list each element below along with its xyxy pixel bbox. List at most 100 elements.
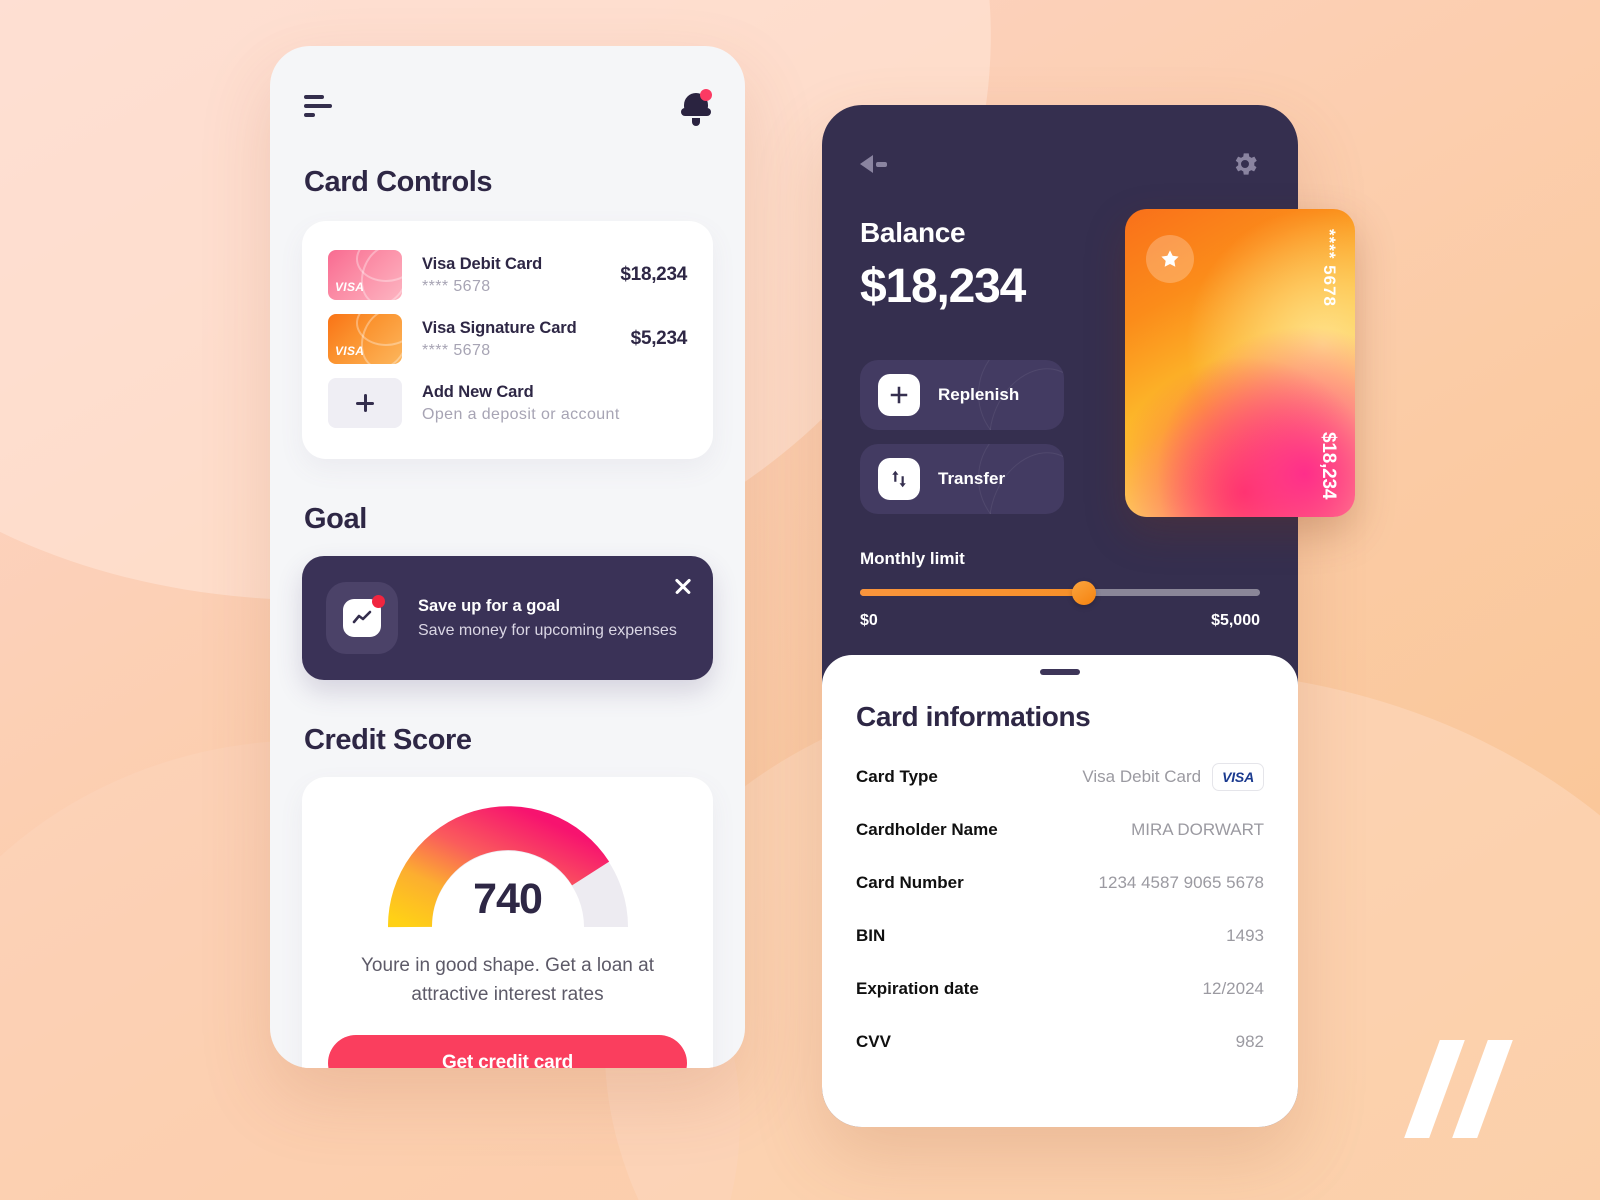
card-masked-number: **** 5678 [422,277,491,295]
card-information-title: Card informations [856,701,1091,732]
card-amount-vertical: $18,234 [1318,431,1339,499]
close-icon[interactable] [673,576,693,596]
list-item[interactable]: VISA Visa Signature Card **** 5678 $5,23… [328,307,687,371]
bell-icon[interactable] [681,89,712,126]
transfer-arrows-icon [878,458,920,500]
trending-chart-icon [343,595,385,637]
row-key: BIN [856,925,886,945]
slider-max-label: $5,000 [1211,612,1260,629]
back-arrow-triangle [860,155,873,173]
visa-logo: VISA [335,344,365,358]
right-phone-inner: Balance $18,234 Replenish Transfer VISA … [822,105,1355,1127]
visa-credit-card[interactable]: VISA **** 5678 $18,234 [1125,209,1355,517]
replenish-label: Replenish [938,385,1020,404]
back-arrow-icon[interactable] [860,152,892,176]
hamburger-line-1 [304,95,324,99]
logo-slash-1 [1404,1040,1465,1138]
page-title: Card Controls [304,166,493,198]
transfer-button[interactable]: Transfer [860,444,1064,514]
hamburger-line-2 [304,104,332,108]
card-masked-number-vertical: **** 5678 [1320,229,1339,308]
star-icon [1146,235,1194,283]
goal-icon-container [326,582,398,654]
notification-badge [700,89,712,101]
row-key: Card Number [856,872,964,892]
row-value: MIRA DORWART [1131,819,1264,839]
quick-actions: Replenish Transfer [822,360,1102,514]
monthly-limit-label: Monthly limit [860,549,965,568]
row-key: Card Type [856,766,938,786]
card-meta: Add New Card Open a deposit or account [422,383,687,424]
hamburger-line-3 [304,113,315,117]
slider-range-labels: $0 $5,000 [860,612,1260,630]
plus-icon [328,378,402,428]
replenish-button[interactable]: Replenish [860,360,1064,430]
monthly-limit-section: Monthly limit $0 $5,000 [860,549,1260,630]
visa-logo: VISA [335,280,365,294]
bell-clapper [692,118,700,126]
row-key: CVV [856,1031,891,1051]
goal-banner-title: Save up for a goal [418,596,561,615]
row-value: 1234 4587 9065 5678 [1098,872,1264,892]
table-row: BIN 1493 [856,900,1264,953]
get-credit-card-button[interactable]: Get credit card [328,1035,687,1068]
card-meta: Visa Signature Card **** 5678 [422,319,611,360]
card-type-value: Visa Debit Card [1082,766,1202,786]
goal-badge-dot [372,595,385,608]
phone-screen-card-controls: Card Controls VISA Visa Debit Card **** … [270,46,745,1068]
visa-logo-vertical: VISA [1125,414,1130,497]
goal-text: Save up for a goal Save money for upcomi… [418,597,689,640]
card-information-list: Card Type Visa Debit Card VISA Cardholde… [822,733,1298,1059]
card-meta: Visa Debit Card **** 5678 [422,255,600,296]
plus-icon [878,374,920,416]
card-amount: $18,234 [620,264,687,285]
table-row: Card Number 1234 4587 9065 5678 [856,847,1264,900]
table-row: Card Type Visa Debit Card VISA [856,741,1264,794]
phone-screen-card-details: Balance $18,234 Replenish Transfer VISA … [822,105,1355,1127]
goal-banner-description: Save money for upcoming expenses [418,621,677,639]
slider-min-label: $0 [860,612,878,629]
plus-glyph [355,393,375,413]
monthly-limit-slider[interactable] [860,580,1260,605]
slider-handle[interactable] [1072,580,1096,605]
table-row: CVV 982 [856,1006,1264,1059]
row-value: 1493 [1226,925,1264,945]
visa-card-thumbnail: VISA [328,250,402,300]
row-key: Expiration date [856,978,979,998]
table-row: Expiration date 12/2024 [856,953,1264,1006]
page-background [0,0,1600,1200]
gear-icon[interactable] [1230,149,1260,179]
row-value: 982 [1235,1031,1264,1051]
left-header [270,46,745,126]
logo-slash-2 [1452,1040,1513,1138]
add-card-description: Open a deposit or account [422,405,620,423]
credit-score-section-title: Credit Score [304,724,472,756]
card-information-sheet: Card informations Card Type Visa Debit C… [822,655,1298,1127]
back-arrow-bar [876,162,887,167]
card-masked-number: **** 5678 [422,341,491,359]
credit-score-value: 740 [473,875,543,923]
visa-badge-icon: VISA [1212,762,1264,791]
row-value: Visa Debit Card VISA [1082,762,1264,791]
goal-section-title: Goal [304,503,367,535]
credit-score-gauge: 740 [387,805,628,930]
transfer-label: Transfer [938,469,1006,488]
slider-fill [860,589,1084,596]
visa-card-thumbnail: VISA [328,314,402,364]
hamburger-icon[interactable] [304,95,334,117]
row-value: 12/2024 [1202,978,1264,998]
add-new-card-row[interactable]: Add New Card Open a deposit or account [328,371,687,435]
card-amount: $5,234 [630,328,688,349]
add-card-label: Add New Card [422,382,534,401]
row-key: Cardholder Name [856,819,998,839]
card-name: Visa Signature Card [422,318,577,337]
table-row: Cardholder Name MIRA DORWART [856,794,1264,847]
credit-score-description: Youre in good shape. Get a loan at attra… [361,955,654,1005]
card-list: VISA Visa Debit Card **** 5678 $18,234 V… [302,221,713,459]
card-name: Visa Debit Card [422,254,543,273]
credit-score-card: 740 Youre in good shape. Get a loan at a… [302,777,713,1068]
goal-banner[interactable]: Save up for a goal Save money for upcomi… [302,556,713,680]
right-header [822,105,1298,179]
list-item[interactable]: VISA Visa Debit Card **** 5678 $18,234 [328,243,687,307]
double-slash-logo [1404,1040,1522,1140]
